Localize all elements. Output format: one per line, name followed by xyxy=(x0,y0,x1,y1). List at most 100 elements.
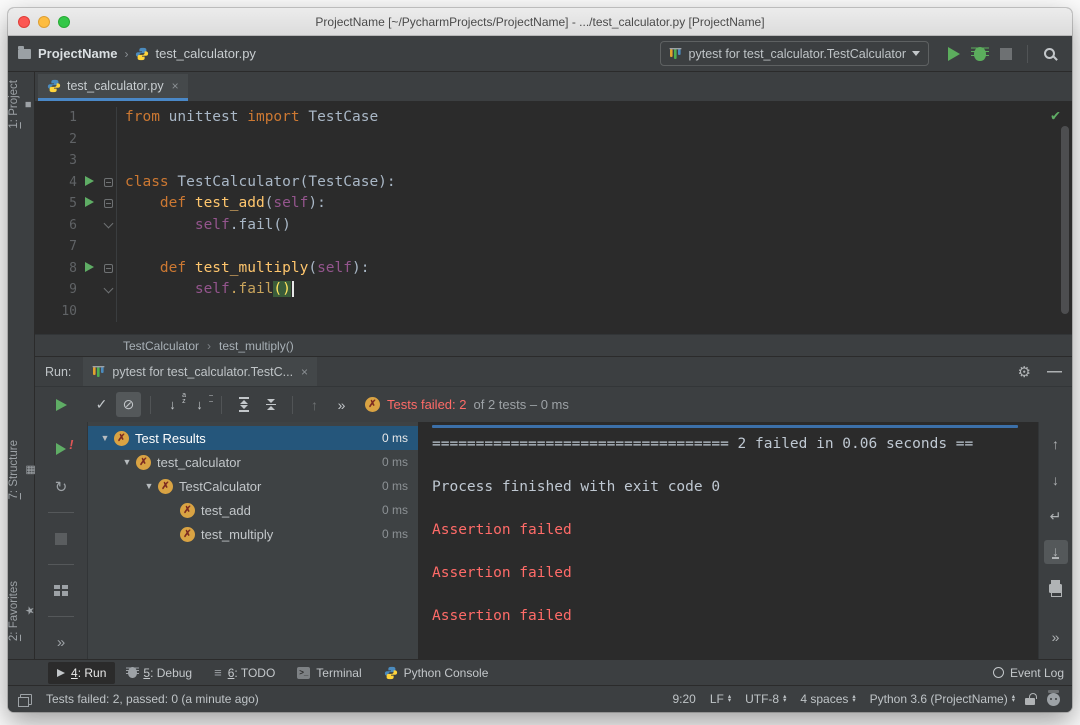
breadcrumb-project[interactable]: ProjectName xyxy=(38,46,117,61)
status-bar: Tests failed: 2, passed: 0 (a minute ago… xyxy=(8,685,1072,712)
unlock-icon[interactable] xyxy=(1025,693,1037,705)
test-tree-row[interactable]: ▼ ✗ TestCalculator 0 ms xyxy=(88,474,418,498)
more-buttons[interactable]: » xyxy=(49,630,74,655)
fold-end-icon[interactable] xyxy=(103,218,114,229)
gutter-run-cell[interactable] xyxy=(77,193,101,215)
tool-window-tab-todo[interactable]: ≡ 6: TODO xyxy=(205,662,284,684)
status-widget-utf-8[interactable]: UTF-8 ▴ ▾ xyxy=(741,692,790,706)
tab-close-icon[interactable]: × xyxy=(172,79,179,93)
up-the-stack-trace-button[interactable]: ↑ xyxy=(1044,432,1068,456)
show-ignored-button[interactable]: ⊘ xyxy=(116,392,141,417)
console-link-line[interactable] xyxy=(432,422,1018,429)
tool-window-tab-terminal[interactable]: >_ Terminal xyxy=(288,662,370,684)
status-widget-4-spaces[interactable]: 4 spaces ▴ ▾ xyxy=(796,692,859,706)
toolbar-divider xyxy=(221,395,222,414)
editor-scrollbar[interactable] xyxy=(1061,126,1069,314)
collapse-all-button[interactable] xyxy=(258,392,283,417)
breadcrumb-class[interactable]: TestCalculator xyxy=(123,339,199,353)
status-widget-label: 4 spaces xyxy=(800,692,849,706)
code-line: 2 xyxy=(35,128,1072,151)
tab-close-icon[interactable]: × xyxy=(301,365,308,379)
fold-marker-icon[interactable] xyxy=(104,177,113,187)
line-number[interactable]: 5 xyxy=(35,193,77,215)
status-widget-python-3-6--projectname-[interactable]: Python 3.6 (ProjectName) ▴ ▾ xyxy=(866,692,1019,706)
line-number[interactable]: 10 xyxy=(35,301,77,323)
expand-all-button[interactable] xyxy=(231,392,256,417)
expander-chevron-icon[interactable]: ▼ xyxy=(118,457,136,467)
tool-window-button-favorites[interactable]: 2: Favorites ★ xyxy=(8,581,36,641)
code-editor[interactable]: ✔ 1 from unittest import TestCase 2 3 4 class… xyxy=(35,102,1072,334)
sort-alphabetically-button[interactable]: ↓ a z xyxy=(160,392,186,417)
status-widget-lf[interactable]: LF ▴ ▾ xyxy=(706,692,735,706)
run-console[interactable]: ================================== 2 fai… xyxy=(418,422,1038,659)
search-everywhere-button[interactable] xyxy=(1036,41,1062,67)
tool-window-tab-pythonconsole[interactable]: Python Console xyxy=(375,662,498,684)
run-test-gutter-icon[interactable] xyxy=(84,197,94,207)
expander-chevron-icon[interactable]: ▼ xyxy=(96,433,114,443)
tool-window-tab-debug[interactable]: 5: Debug xyxy=(119,662,201,684)
test-tree-row[interactable]: ▼ ✗ test_calculator 0 ms xyxy=(88,450,418,474)
line-number[interactable]: 6 xyxy=(35,215,77,237)
down-the-stack-trace-button[interactable]: ↓ xyxy=(1044,468,1068,492)
test-tree-row[interactable]: ✗ test_add 0 ms xyxy=(88,498,418,522)
event-log-icon xyxy=(992,667,1004,678)
fold-end-icon[interactable] xyxy=(103,283,114,294)
console-side-toolbar: ↑ ↓ ↵ ↓ » xyxy=(1038,422,1072,659)
tool-window-button-project[interactable]: 1: Project ■ xyxy=(8,80,35,129)
line-number[interactable]: 7 xyxy=(35,236,77,258)
editor-tab[interactable]: test_calculator.py × xyxy=(38,74,188,101)
scroll-to-end-button[interactable]: ↓ xyxy=(1043,540,1068,564)
run-button[interactable] xyxy=(941,41,967,67)
rerun-tests-button[interactable] xyxy=(49,392,74,417)
previous-failed-test-button[interactable]: ↑ xyxy=(302,392,327,417)
test-results-tree[interactable]: ▼ ✗ Test Results 0 ms ▼ ✗ test_calculator 0 ms ▼… xyxy=(88,422,418,659)
more-actions-button[interactable]: » xyxy=(329,392,354,417)
settings-gear-button[interactable]: ⚙ xyxy=(1018,363,1031,381)
more-buttons[interactable]: » xyxy=(1044,625,1068,649)
toggle-auto-test-button[interactable]: ↻ xyxy=(49,474,74,499)
run-test-gutter-icon[interactable] xyxy=(84,261,94,272)
fold-marker-icon[interactable] xyxy=(104,263,113,273)
code-text: def test_multiply(self): xyxy=(117,258,370,280)
line-number[interactable]: 3 xyxy=(35,150,77,172)
tool-window-button-structure[interactable]: 7: Structure ▦ xyxy=(8,440,37,499)
debug-button[interactable] xyxy=(967,41,993,67)
inspector-hector-icon[interactable] xyxy=(1047,689,1060,706)
breadcrumb-method[interactable]: test_multiply() xyxy=(219,339,294,353)
code-line: 3 xyxy=(35,150,1072,172)
soft-wrap-button[interactable]: ↵ xyxy=(1044,504,1068,528)
expander-chevron-icon[interactable]: ▼ xyxy=(140,481,158,491)
sort-by-duration-button[interactable]: ↓ – – xyxy=(187,392,213,417)
line-number[interactable]: 1 xyxy=(35,107,77,129)
fold-marker-icon[interactable] xyxy=(104,199,113,209)
inspections-ok-icon[interactable]: ✔ xyxy=(1051,106,1060,124)
print-button[interactable] xyxy=(1044,576,1068,600)
line-number[interactable]: 2 xyxy=(35,129,77,151)
tool-window-tab-run[interactable]: 4: Run xyxy=(48,661,116,684)
line-number[interactable]: 8 xyxy=(35,258,77,280)
gutter-run-cell[interactable] xyxy=(77,172,101,194)
restore-layout-button[interactable] xyxy=(49,578,74,603)
tool-window-bar: 4: Run 5: Debug ≡ 6: TODO >_ Terminal Python C… xyxy=(8,659,1072,685)
line-number[interactable]: 9 xyxy=(35,279,77,301)
show-passed-button[interactable]: ✓ xyxy=(89,392,114,417)
run-test-gutter-icon[interactable] xyxy=(84,175,94,186)
gutter-run-cell[interactable] xyxy=(77,258,101,280)
python-file-icon xyxy=(136,47,149,60)
stop-button[interactable] xyxy=(993,41,1019,67)
test-tree-row[interactable]: ✗ test_multiply 0 ms xyxy=(88,522,418,546)
run-tab[interactable]: pytest for test_calculator.TestC... × xyxy=(83,357,318,386)
toggle-tool-buttons-icon[interactable] xyxy=(17,693,32,707)
stop-process-button[interactable] xyxy=(49,526,74,551)
code-line: 4 class TestCalculator(TestCase): xyxy=(35,171,1072,194)
breadcrumb-file[interactable]: test_calculator.py xyxy=(155,46,255,61)
event-log-button[interactable]: Event Log xyxy=(992,666,1064,680)
code-token: self xyxy=(194,281,230,297)
content-column: test_calculator.py × ✔ 1 from unittest im… xyxy=(35,72,1072,659)
run-icon xyxy=(948,46,960,61)
rerun-failed-tests-button[interactable]: ! xyxy=(49,436,74,461)
hide-panel-button[interactable]: — xyxy=(1047,363,1062,380)
test-tree-row[interactable]: ▼ ✗ Test Results 0 ms xyxy=(88,426,418,450)
line-number[interactable]: 4 xyxy=(35,172,77,194)
run-configuration-select[interactable]: pytest for test_calculator.TestCalculato… xyxy=(659,41,929,66)
